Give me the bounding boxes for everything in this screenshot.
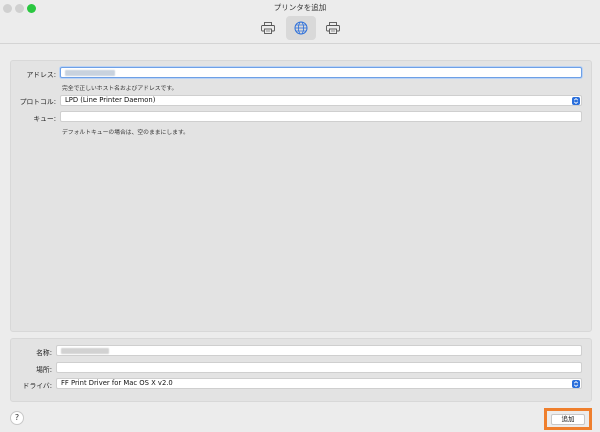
toolbar-default-button[interactable] [253,16,283,40]
globe-icon [294,21,308,35]
protocol-label: プロトコル: [19,98,56,106]
toolbar-windows-button[interactable] [318,16,348,40]
name-field[interactable] [56,345,582,356]
driver-select[interactable]: FF Print Driver for Mac OS X v2.0 [56,378,582,389]
window-title: プリンタを追加 [273,3,327,12]
driver-label: ドライバ: [22,382,52,390]
add-printer-window: プリンタを追加 アドレス: 完全で正しいホスト名およびアドレスです。 プロトコル… [0,0,600,432]
add-button[interactable]: 追加 [551,414,585,425]
address-hint: 完全で正しいホスト名およびアドレスです。 [62,86,178,92]
protocol-select[interactable]: LPD (Line Printer Daemon) [60,95,582,106]
address-field[interactable] [60,67,582,78]
redacted-address [65,69,115,76]
protocol-value: LPD (Line Printer Daemon) [65,96,156,104]
updown-chevron-icon [572,380,580,388]
driver-value: FF Print Driver for Mac OS X v2.0 [61,379,173,387]
location-label: 場所: [36,366,52,374]
address-label: アドレス: [26,71,56,79]
printer-icon [326,22,340,34]
queue-hint: デフォルトキューの場合は、空のままにします。 [62,130,189,136]
printer-icon [261,22,275,34]
title-bar: プリンタを追加 [0,0,600,44]
toolbar-ip-button[interactable] [286,16,316,40]
updown-chevron-icon [572,97,580,105]
location-field[interactable] [56,362,582,373]
queue-label: キュー: [33,115,56,123]
add-button-highlight: 追加 [544,408,592,430]
help-button[interactable]: ? [10,411,24,425]
redacted-name [61,347,109,354]
queue-field[interactable] [60,111,582,122]
name-label: 名称: [36,349,52,357]
